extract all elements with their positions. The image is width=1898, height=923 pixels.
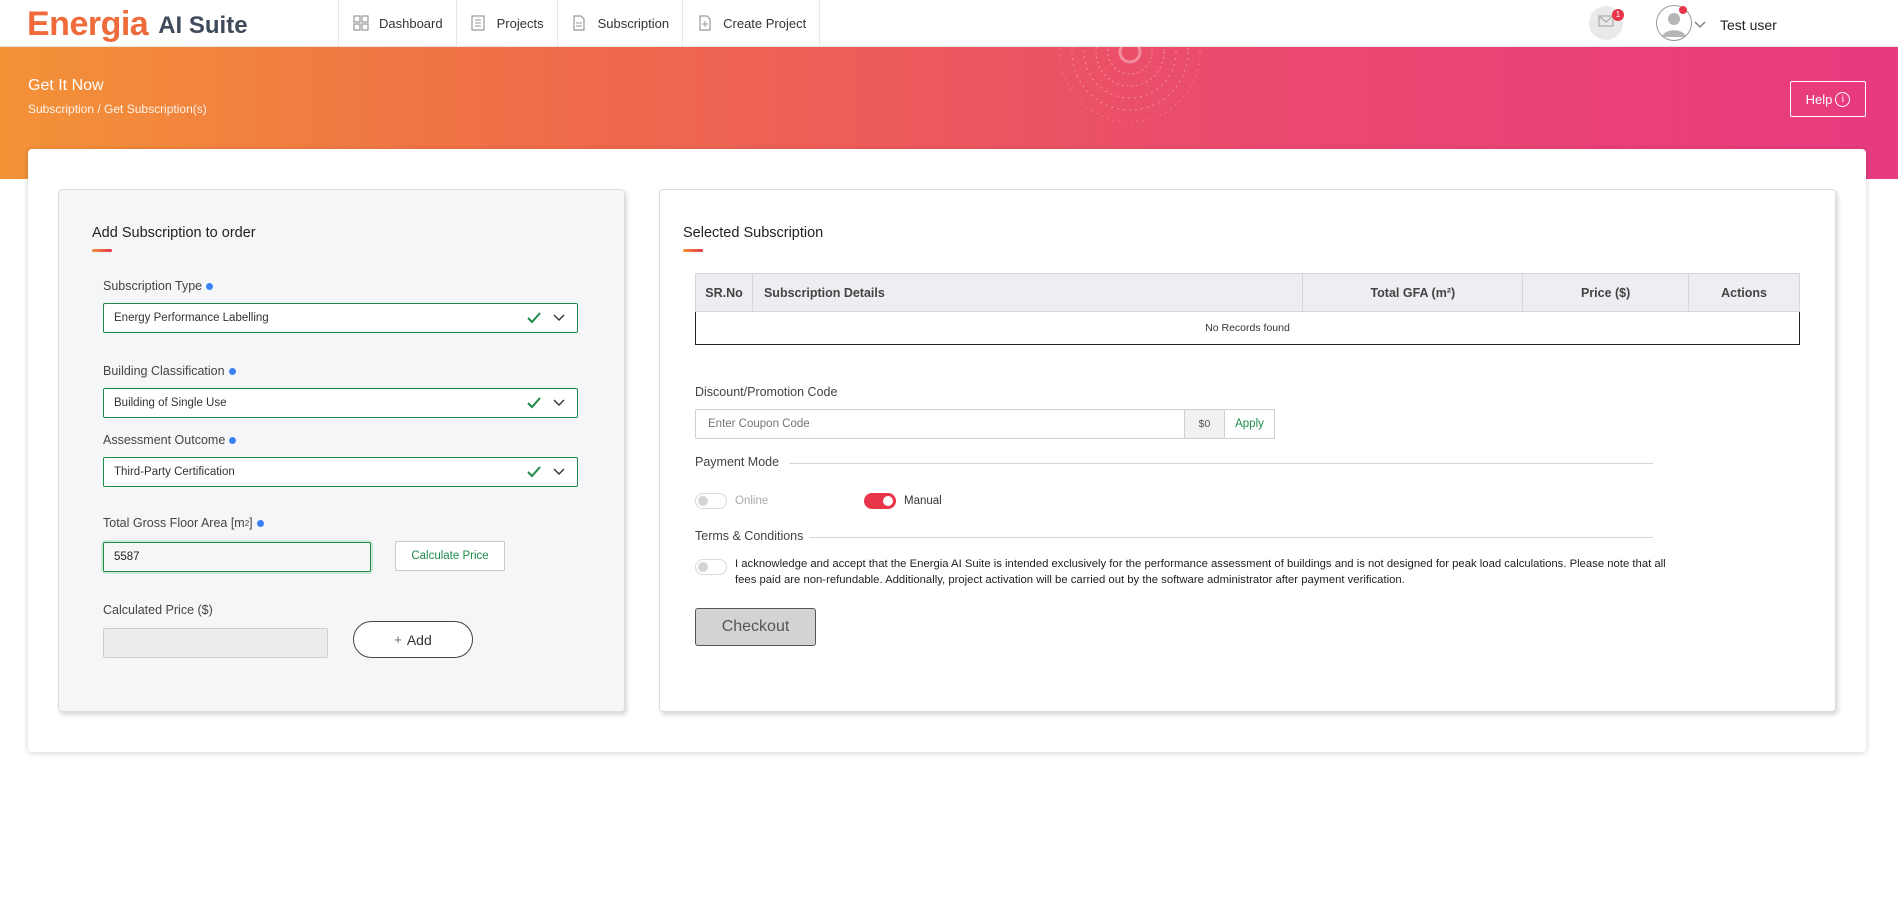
nav-label: Projects: [496, 15, 544, 31]
page-title: Get It Now: [28, 77, 104, 94]
coupon-input[interactable]: [695, 409, 1185, 439]
info-icon: i: [1835, 91, 1851, 107]
logo-wordmark: Energia: [27, 4, 149, 43]
title-underline: [683, 249, 703, 252]
nav-item-dashboard[interactable]: Dashboard: [338, 0, 456, 46]
chevron-down-icon: [553, 313, 565, 325]
subscription-icon: [571, 15, 588, 32]
top-navbar: Energia AI Suite Dashboard Projects Subs…: [0, 0, 1898, 47]
empty-message: No Records found: [695, 311, 1800, 345]
building-classification-label: Building Classification: [103, 364, 236, 378]
table-row: No Records found: [695, 311, 1800, 345]
column-header[interactable]: SR.No: [695, 273, 753, 312]
subscription-type-select[interactable]: Energy Performance Labelling: [103, 303, 578, 333]
create-project-icon: [696, 15, 713, 32]
notification-badge: 1: [1612, 9, 1624, 21]
nav-label: Create Project: [723, 15, 807, 31]
select-value: Energy Performance Labelling: [114, 312, 269, 324]
manual-label: Manual: [904, 495, 942, 507]
gfa-label: Total Gross Floor Area [m 2]: [103, 516, 264, 530]
building-classification-select[interactable]: Building of Single Use: [103, 388, 578, 418]
nav-label: Dashboard: [379, 15, 443, 31]
main-nav: Dashboard Projects Subscription Create P…: [338, 0, 821, 46]
subscription-table: SR.No Subscription Details Total GFA (m²…: [695, 273, 1800, 345]
column-header: Actions: [1688, 273, 1800, 312]
column-header[interactable]: Price ($): [1522, 273, 1690, 312]
terms-toggle[interactable]: [695, 559, 727, 575]
column-header[interactable]: Total GFA (m²): [1302, 273, 1524, 312]
subscription-type-label: Subscription Type: [103, 279, 214, 293]
terms-label: Terms & Conditions: [695, 529, 804, 543]
chevron-down-icon: [553, 467, 565, 479]
selected-subscription-panel: Selected Subscription SR.No Subscription…: [659, 189, 1836, 712]
discount-label: Discount/Promotion Code: [695, 385, 838, 399]
divider: [809, 537, 1653, 538]
select-value: Building of Single Use: [114, 397, 227, 409]
add-subscription-panel: Add Subscription to order Subscription T…: [58, 189, 625, 712]
chevron-down-icon[interactable]: [1694, 16, 1706, 34]
gfa-input[interactable]: [103, 542, 371, 572]
toggle-knob: [698, 562, 708, 572]
divider: [789, 463, 1653, 464]
user-name[interactable]: Test user: [1720, 17, 1777, 33]
nav-label: Subscription: [597, 15, 670, 31]
manual-toggle[interactable]: [864, 493, 896, 509]
apply-button[interactable]: Apply: [1224, 409, 1275, 439]
breadcrumb[interactable]: Subscription / Get Subscription(s): [28, 102, 207, 116]
help-button[interactable]: Help i: [1790, 81, 1866, 117]
info-icon[interactable]: [206, 282, 214, 290]
info-icon[interactable]: [229, 436, 237, 444]
nav-item-projects[interactable]: Projects: [455, 0, 557, 46]
column-header[interactable]: Subscription Details: [751, 273, 1304, 312]
help-label: Help: [1805, 91, 1833, 107]
discount-amount: $0: [1185, 409, 1225, 439]
nav-item-subscription[interactable]: Subscription: [556, 0, 683, 46]
check-icon: [527, 466, 541, 481]
assessment-outcome-label: Assessment Outcome: [103, 433, 237, 447]
logo-suffix: AI Suite: [158, 12, 248, 39]
notifications-button[interactable]: 1: [1589, 6, 1624, 40]
plus-icon: +: [394, 632, 402, 647]
add-button[interactable]: + Add: [353, 621, 473, 658]
info-icon[interactable]: [256, 519, 264, 527]
select-value: Third-Party Certification: [114, 466, 235, 478]
check-icon: [527, 397, 541, 412]
status-dot: [1679, 6, 1687, 14]
nav-item-create-project[interactable]: Create Project: [682, 0, 821, 46]
brand-logo[interactable]: Energia AI Suite: [27, 4, 248, 44]
panel-title: Add Subscription to order: [92, 225, 256, 241]
info-icon[interactable]: [228, 367, 236, 375]
toggle-knob: [698, 496, 708, 506]
payment-mode-label: Payment Mode: [695, 455, 780, 469]
panel-title: Selected Subscription: [683, 225, 824, 241]
main-card: Add Subscription to order Subscription T…: [28, 149, 1866, 752]
assessment-outcome-select[interactable]: Third-Party Certification: [103, 457, 578, 487]
online-toggle[interactable]: [695, 493, 727, 509]
calculated-price-field: [103, 628, 328, 658]
table-header-row: SR.No Subscription Details Total GFA (m²…: [695, 273, 1800, 312]
add-label: Add: [406, 631, 432, 648]
projects-icon: [470, 15, 487, 32]
dashboard-icon: [352, 15, 369, 32]
calculated-price-label: Calculated Price ($): [103, 603, 213, 617]
calculate-price-button[interactable]: Calculate Price: [395, 541, 505, 571]
title-underline: [92, 249, 112, 252]
online-label: Online: [735, 495, 769, 507]
check-icon: [527, 312, 541, 327]
terms-text: I acknowledge and accept that the Energi…: [735, 558, 1666, 586]
toggle-knob: [883, 496, 893, 506]
chevron-down-icon: [553, 398, 565, 410]
checkout-button[interactable]: Checkout: [695, 608, 816, 646]
